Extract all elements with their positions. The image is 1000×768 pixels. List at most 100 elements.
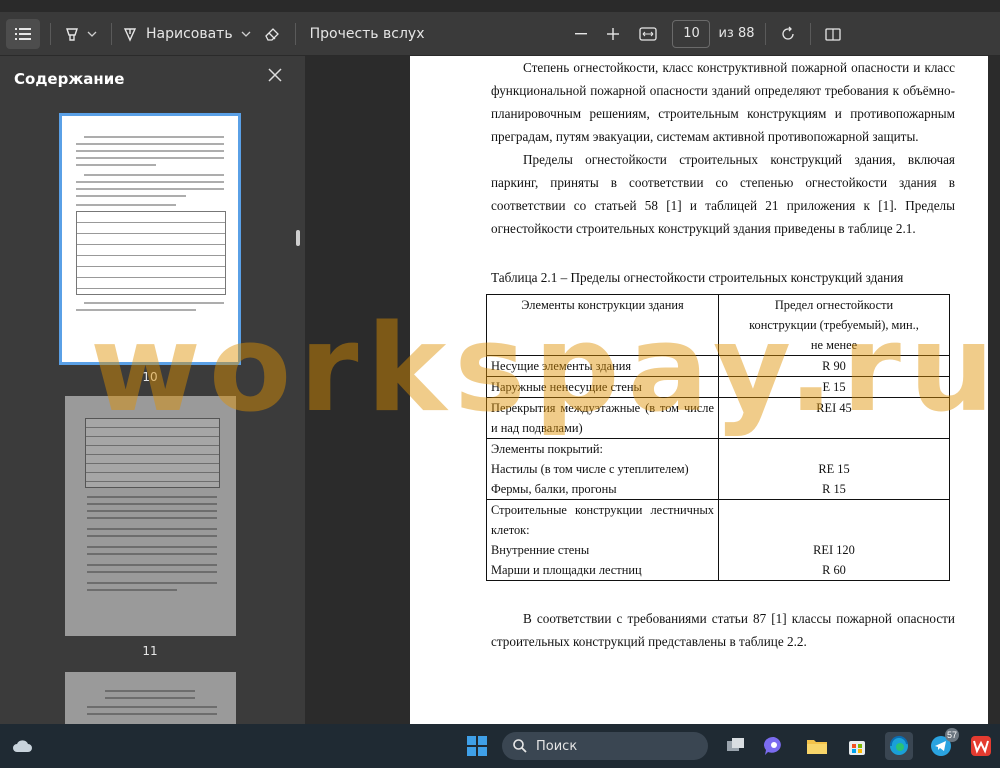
thumbnail-text-line <box>87 553 217 555</box>
telegram-button[interactable]: 57 <box>927 728 959 760</box>
fit-width-button[interactable] <box>630 18 666 50</box>
fire-resistance-table: Элементы конструкции здания Предел огнес… <box>486 294 950 581</box>
minus-icon <box>575 32 588 35</box>
draw-label: Нарисовать <box>146 25 233 42</box>
page-thumbnail-11[interactable] <box>65 396 236 636</box>
thumbnail-text-line <box>76 195 186 197</box>
page-thumbnail-10[interactable] <box>59 113 241 365</box>
close-sidebar-button[interactable] <box>268 66 292 90</box>
weather-widget[interactable] <box>8 732 36 760</box>
windows-taskbar: Поиск 57 <box>0 724 1000 768</box>
table-cell: REI 120 R 60 <box>718 499 950 581</box>
edge-browser-button[interactable] <box>885 732 913 760</box>
table-cell-heading: Строительные конструкции лестничных клет… <box>491 503 714 537</box>
taskbar-search[interactable]: Поиск <box>502 732 708 760</box>
paragraph-1: Степень огнестойкости, класс конструктив… <box>491 60 955 144</box>
toolbar-divider <box>294 22 296 45</box>
highlight-dropdown[interactable] <box>83 18 101 50</box>
page-view-button[interactable] <box>821 18 845 50</box>
store-button[interactable] <box>843 732 871 760</box>
sidebar-title: Содержание <box>14 70 125 88</box>
thumbnail-text-line <box>87 546 217 548</box>
thumbnail-text-line <box>76 164 156 166</box>
draw-button[interactable]: Нарисовать <box>122 18 233 50</box>
zoom-in-button[interactable] <box>596 18 630 50</box>
table-cell-line: R 60 <box>822 563 846 577</box>
thumbnail-text-line <box>87 582 217 584</box>
wps-office-button[interactable] <box>967 732 995 760</box>
plus-icon <box>607 27 620 40</box>
wps-icon <box>970 735 992 757</box>
table-row: Несущие элементы здания R 90 <box>486 355 950 377</box>
toolbar-divider <box>50 22 51 45</box>
thumbnail-text-line <box>87 535 217 537</box>
highlight-button[interactable] <box>61 18 83 50</box>
page-thumbnail-12[interactable] <box>65 672 236 724</box>
windows-logo-icon <box>467 736 487 756</box>
thumbnail-text-line <box>87 510 217 512</box>
thumbnail-text-line <box>76 150 224 152</box>
document-page: Степень огнестойкости, класс конструктив… <box>410 56 988 724</box>
thumbnail-text-line <box>84 174 224 176</box>
thumbnail-text-line <box>105 697 195 699</box>
rotate-icon <box>780 26 796 42</box>
thumbnail-text-line <box>76 204 176 206</box>
folder-icon <box>806 737 828 755</box>
start-button[interactable] <box>463 732 491 760</box>
window-titlebar <box>0 0 1000 12</box>
thumbnail-table <box>76 211 226 295</box>
table-cell: Наружные ненесущие стены <box>486 376 719 398</box>
thumbnail-text-line <box>84 136 224 138</box>
read-aloud-label: Прочесть вслух <box>309 25 425 42</box>
two-page-icon <box>824 27 841 41</box>
table-cell-line: Марши и площадки лестниц <box>491 563 642 577</box>
search-label: Поиск <box>536 738 578 754</box>
paragraph-2: Пределы огнестойкости строительных конст… <box>491 152 955 236</box>
table-cell: E 15 <box>718 376 950 398</box>
draw-dropdown[interactable] <box>233 18 259 50</box>
table-header-row: Элементы конструкции здания Предел огнес… <box>486 294 950 356</box>
chat-app-button[interactable] <box>760 732 788 760</box>
thumbnail-table <box>85 418 220 488</box>
thumbnail-label-10: 10 <box>142 370 158 384</box>
document-canvas: Степень огнестойкости, класс конструктив… <box>305 56 1000 724</box>
thumbnail-text-line <box>87 713 217 715</box>
highlighter-icon <box>64 26 80 42</box>
table-cell-line: R 15 <box>822 482 846 496</box>
toolbar-divider <box>111 22 112 45</box>
page-number-input[interactable]: 10 <box>672 19 711 48</box>
table-cell-line: RE 15 <box>818 462 850 476</box>
paragraph-3: В соответствии с требованиями статьи 87 … <box>491 611 955 649</box>
thumbnail-text-line <box>76 143 224 145</box>
table-header-cell: Предел огнестойкости конструкции (требуе… <box>718 294 950 356</box>
list-icon <box>15 27 31 41</box>
table-cell: REI 45 <box>718 397 950 439</box>
thumbnail-text-line <box>87 564 217 566</box>
read-aloud-button[interactable]: Прочесть вслух <box>306 18 429 50</box>
thumbnail-text-line <box>87 571 217 573</box>
notification-badge: 57 <box>945 728 959 742</box>
close-icon <box>268 68 282 82</box>
thumbnail-text-line <box>76 157 224 159</box>
thumbnail-text-line <box>105 690 195 692</box>
toolbar-divider <box>809 22 811 45</box>
chevron-down-icon <box>241 31 251 37</box>
table-cell-heading: Элементы покрытий: <box>491 442 603 456</box>
chat-icon <box>763 736 785 756</box>
eraser-icon <box>264 26 280 42</box>
file-explorer-button[interactable] <box>803 732 831 760</box>
rotate-button[interactable] <box>776 18 800 50</box>
cloud-icon <box>11 738 33 754</box>
table-cell: Несущие элементы здания <box>486 355 719 377</box>
thumbnail-text-line <box>76 188 224 190</box>
table-cell: Строительные конструкции лестничных клет… <box>486 499 719 581</box>
sidebar-scrollbar[interactable] <box>296 230 300 246</box>
page-total-label: из 88 <box>718 26 755 41</box>
contents-toggle-button[interactable] <box>6 18 40 49</box>
task-view-icon <box>726 737 746 755</box>
thumbnail-text-line <box>87 589 177 591</box>
zoom-out-button[interactable] <box>566 18 596 50</box>
task-view-button[interactable] <box>722 732 750 760</box>
page-number-value: 10 <box>683 26 700 41</box>
eraser-button[interactable] <box>259 18 285 50</box>
